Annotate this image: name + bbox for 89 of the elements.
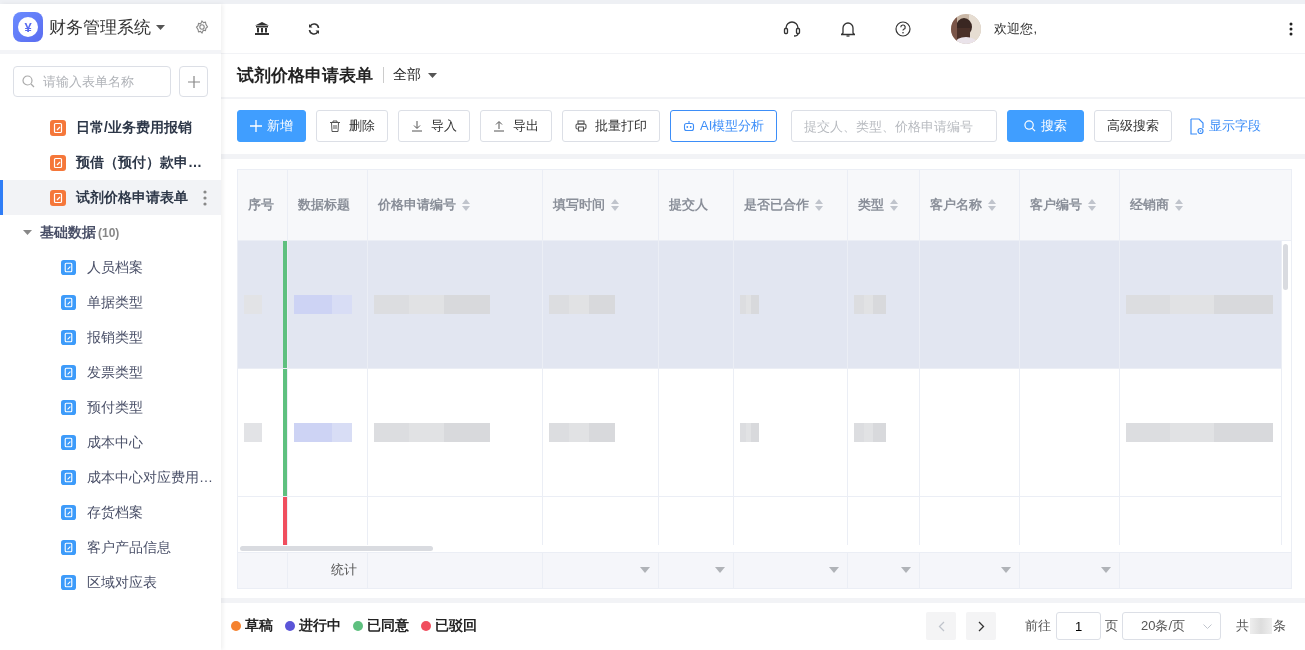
legend-label: 已同意: [367, 617, 409, 636]
sidebar-item[interactable]: 单据类型: [0, 285, 221, 320]
sort-icon: [462, 198, 470, 211]
form-icon: [61, 435, 76, 450]
advanced-search-button[interactable]: 高级搜索: [1094, 110, 1173, 143]
search-icon: [22, 75, 35, 88]
import-button[interactable]: 导入: [398, 110, 470, 143]
scrollbar[interactable]: [240, 545, 433, 551]
download-icon: [411, 120, 423, 133]
bell-icon[interactable]: [841, 20, 856, 37]
sidebar-item[interactable]: 客户产品信息: [0, 530, 221, 565]
form-icon: [61, 365, 76, 380]
robot-icon: [683, 120, 695, 133]
total-label: 共: [1236, 617, 1249, 636]
page-input[interactable]: 1: [1056, 612, 1101, 641]
sidebar-item[interactable]: 报销类型: [0, 320, 221, 355]
page-size-dropdown[interactable]: 20条/页: [1122, 612, 1221, 641]
search-field[interactable]: 请输入表单名称: [13, 66, 171, 97]
sidebar-item[interactable]: 成本中心对应费用…: [0, 460, 221, 495]
trash-icon: [329, 120, 341, 133]
print-button[interactable]: 批量打印: [562, 110, 660, 143]
form-icon: [50, 119, 66, 136]
goto-label: 前往: [1025, 617, 1051, 636]
summary-label: 统计: [331, 561, 357, 580]
sidebar-item[interactable]: 成本中心: [0, 425, 221, 460]
sidebar-item[interactable]: 人员档案: [0, 250, 221, 285]
form-icon: [61, 575, 76, 590]
column-header: 序号: [238, 169, 288, 240]
table-row[interactable]: [238, 240, 1282, 369]
column-header: 提交人: [659, 169, 734, 240]
legend-label: 已驳回: [435, 617, 477, 636]
next-page-button[interactable]: [966, 612, 996, 641]
sidebar-item[interactable]: 试剂价格申请表单: [0, 180, 221, 215]
caret-icon: [428, 72, 437, 78]
caret-icon[interactable]: [156, 24, 165, 30]
form-icon: [61, 400, 76, 415]
sidebar-item[interactable]: 预借（预付）款申…: [0, 145, 221, 180]
page-label: 页: [1105, 617, 1118, 636]
printer-icon: [575, 120, 587, 133]
search-field[interactable]: 提交人、类型、价格申请编号: [791, 110, 998, 143]
app-logo: ¥: [13, 12, 43, 42]
sort-icon: [988, 198, 996, 211]
legend-label: 草稿: [245, 617, 273, 636]
document-icon: [1190, 117, 1205, 135]
form-icon: [61, 295, 76, 310]
sidebar-item[interactable]: 日常/业务费用报销: [0, 110, 221, 145]
sort-icon: [1088, 198, 1096, 211]
bank-icon[interactable]: [255, 22, 269, 36]
sort-icon: [890, 198, 898, 211]
sidebar-item[interactable]: 存货档案: [0, 495, 221, 530]
upload-icon: [493, 120, 505, 133]
headset-icon[interactable]: [783, 20, 802, 38]
delete-button[interactable]: 删除: [316, 110, 388, 143]
form-icon: [61, 470, 76, 485]
form-icon: [50, 154, 66, 171]
total-label: 条: [1273, 617, 1286, 636]
settings-icon[interactable]: [195, 20, 209, 34]
form-icon: [61, 505, 76, 520]
add-button[interactable]: [179, 66, 208, 97]
page-title: 试剂价格申请表单: [237, 64, 373, 87]
chevron-down-icon: [1203, 623, 1212, 629]
search-icon: [1024, 120, 1037, 133]
form-icon: [61, 330, 76, 345]
column-header: 数据标题: [288, 169, 368, 240]
form-icon: [61, 540, 76, 555]
legend-label: 进行中: [299, 617, 341, 636]
chevron-left-icon: [937, 620, 945, 632]
refresh-icon[interactable]: [308, 22, 320, 35]
sort-icon: [1175, 198, 1183, 211]
scrollbar[interactable]: [1283, 243, 1288, 290]
export-button[interactable]: 导出: [480, 110, 552, 143]
help-icon[interactable]: [895, 20, 912, 37]
filter-dropdown[interactable]: 全部: [393, 66, 437, 85]
plus-icon: [186, 74, 201, 89]
greeting-text: 欢迎您,: [994, 19, 1037, 38]
caret-icon: [23, 230, 32, 235]
group-header[interactable]: 基础数据(10): [0, 215, 221, 250]
more-icon[interactable]: [1289, 21, 1293, 36]
chevron-right-icon: [977, 620, 985, 632]
app-title[interactable]: 财务管理系统: [49, 15, 151, 39]
sidebar-item[interactable]: 区域对应表: [0, 565, 221, 600]
sort-icon: [815, 198, 823, 211]
sort-icon: [611, 198, 619, 211]
plus-icon: [250, 120, 262, 133]
sidebar-item[interactable]: 预付类型: [0, 390, 221, 425]
sidebar-item[interactable]: 发票类型: [0, 355, 221, 390]
form-icon: [50, 189, 66, 206]
form-icon: [61, 260, 76, 275]
table-row[interactable]: [238, 368, 1282, 497]
